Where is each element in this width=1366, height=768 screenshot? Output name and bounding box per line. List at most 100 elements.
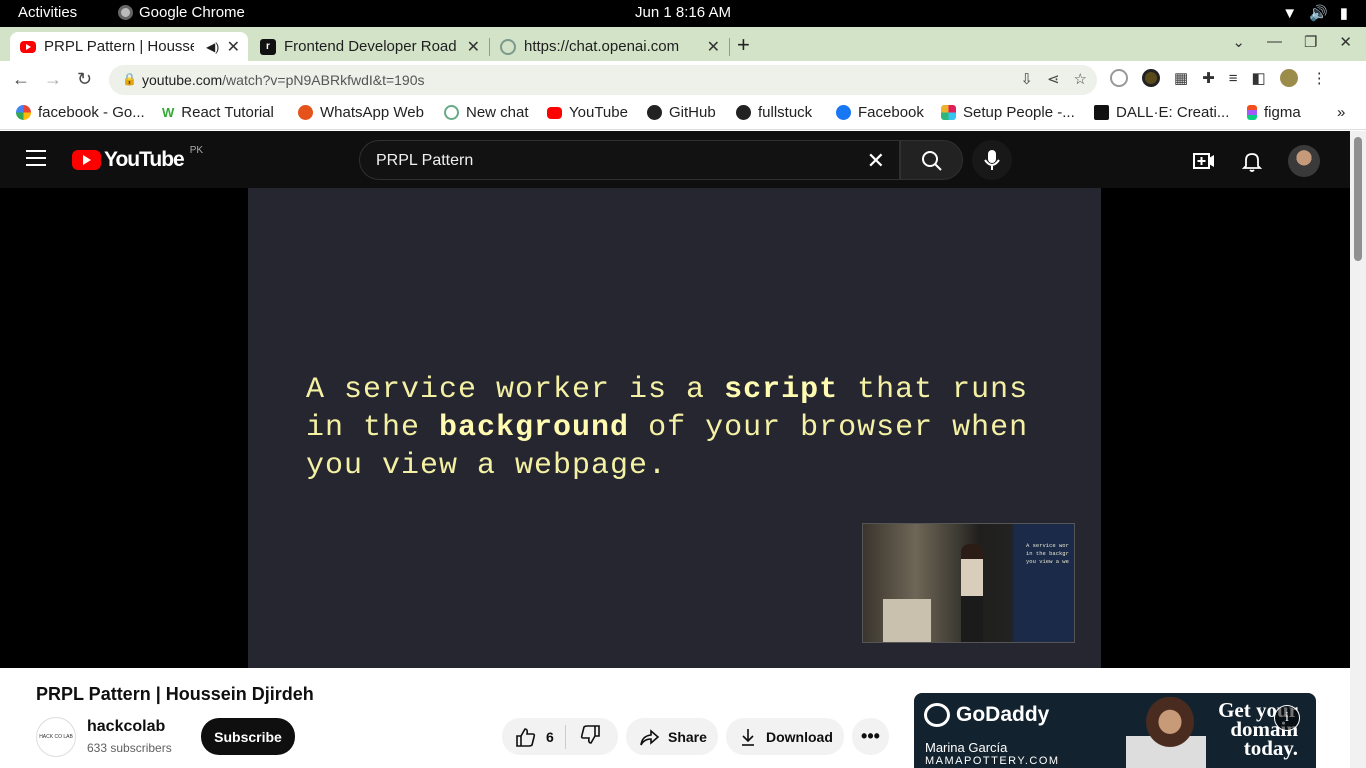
youtube-logo[interactable]: YouTube PK [72, 144, 204, 172]
bookmark-label: DALL·E: Creati... [1116, 104, 1230, 121]
search-query: PRPL Pattern [376, 152, 474, 169]
url-text[interactable]: youtube.com/watch?v=pN9ABRkfwdI&t=190s [142, 72, 425, 88]
slide-text-run: A service worker is a [306, 373, 725, 407]
close-tab-icon[interactable]: ✕ [707, 37, 720, 57]
chrome-menu-icon[interactable]: ⋮ [1312, 69, 1327, 87]
side-panel-icon[interactable]: ◧ [1252, 69, 1266, 87]
profile-avatar[interactable] [1279, 69, 1298, 87]
notifications-bell-icon[interactable] [1240, 149, 1264, 173]
minimize-icon[interactable]: — [1267, 33, 1282, 51]
tab-roadmap[interactable]: r Frontend Developer Road ✕ [250, 32, 490, 61]
bookmark-item[interactable]: New chat [444, 104, 529, 121]
forward-icon[interactable]: → [44, 69, 62, 90]
bookmark-label: GitHub [669, 104, 716, 121]
speaker [961, 544, 983, 642]
extension-icon[interactable] [1142, 69, 1160, 87]
restore-icon[interactable]: ❐ [1304, 33, 1317, 51]
tab-title: https://chat.openai.com [524, 38, 680, 55]
godaddy-logo-icon [924, 703, 950, 727]
battery-icon: ▮ [1339, 5, 1348, 22]
qr-code-icon[interactable]: ▦ [1174, 69, 1188, 87]
bookmark-item[interactable]: facebook - Go... [16, 104, 145, 121]
thumbs-up-icon [516, 727, 536, 747]
tab-separator [729, 38, 730, 56]
voice-search-button[interactable] [972, 140, 1012, 180]
more-bookmarks-icon[interactable]: » [1337, 104, 1345, 121]
bookmark-label: fullstuck [758, 104, 813, 121]
bookmark-label: New chat [466, 104, 529, 121]
country-code: PK [189, 144, 204, 156]
create-video-icon[interactable] [1192, 149, 1216, 173]
bookmark-item[interactable]: figma [1247, 104, 1301, 121]
share-button[interactable]: Share [626, 718, 718, 755]
scrollbar-thumb[interactable] [1354, 137, 1362, 261]
bookmark-item[interactable]: Facebook [836, 104, 924, 121]
dislike-button[interactable] [566, 724, 602, 749]
new-tab-button[interactable]: + [737, 32, 750, 58]
ad-site: MAMAPOTTERY.COM [925, 755, 1060, 767]
close-window-icon[interactable]: ✕ [1339, 33, 1352, 51]
like-dislike-group: 6 [502, 718, 618, 755]
account-avatar[interactable] [1288, 145, 1320, 177]
godaddy-ad[interactable]: GoDaddy Marina García MAMAPOTTERY.COM Ge… [914, 693, 1316, 768]
facebook-icon [836, 105, 851, 120]
thumbs-down-icon [580, 725, 600, 744]
slide-text-bold: script [724, 373, 839, 407]
address-bar[interactable]: 🔒 youtube.com/watch?v=pN9ABRkfwdI&t=190s… [109, 65, 1097, 95]
audio-playing-icon[interactable]: ◀) [206, 40, 219, 54]
bookmark-item[interactable]: YouTube [547, 104, 628, 121]
close-tab-icon[interactable]: ✕ [227, 37, 240, 57]
url-path: /watch?v=pN9ABRkfwdI&t=190s [222, 72, 425, 88]
bookmark-label: YouTube [569, 104, 628, 121]
search-button[interactable] [900, 140, 963, 180]
like-button[interactable]: 6 [502, 724, 566, 749]
lock-icon[interactable]: 🔒 [122, 72, 137, 86]
download-button[interactable]: Download [726, 718, 844, 755]
share-icon[interactable]: ⋖ [1047, 70, 1060, 88]
subscribe-button[interactable]: Subscribe [201, 718, 295, 755]
bookmark-star-icon[interactable]: ☆ [1074, 70, 1087, 88]
menu-icon[interactable] [26, 150, 46, 171]
video-title: PRPL Pattern | Houssein Djirdeh [36, 684, 314, 704]
search-icon [922, 151, 942, 171]
tab-title: Frontend Developer Road [284, 38, 457, 55]
github-icon [647, 105, 662, 120]
bookmark-item[interactable]: fullstuck [736, 104, 812, 121]
subscriber-count: 633 subscribers [87, 741, 172, 755]
bookmark-label: facebook - Go... [38, 104, 145, 121]
reload-icon[interactable]: ↻ [77, 69, 92, 90]
bookmark-item[interactable]: GitHub [647, 104, 716, 121]
more-actions-button[interactable]: ••• [852, 718, 889, 755]
video-player[interactable]: A service worker is a script that runs i… [0, 188, 1350, 668]
tab-search-icon[interactable]: ⌄ [1232, 33, 1245, 51]
tab-youtube[interactable]: PRPL Pattern | Housse ◀) ✕ [10, 32, 248, 61]
install-icon[interactable]: ⇩ [1020, 70, 1033, 88]
tab-openai[interactable]: https://chat.openai.com ✕ [490, 32, 730, 61]
clear-search-icon[interactable]: ✕ [867, 148, 885, 174]
share-label: Share [668, 728, 707, 745]
slide-text: A service worker is a script that runs i… [306, 371, 1066, 485]
extensions-puzzle-icon[interactable]: ✚ [1202, 69, 1215, 87]
back-icon[interactable]: ← [12, 69, 30, 90]
sync-extension-icon[interactable] [1110, 69, 1128, 87]
figma-icon [1247, 105, 1257, 120]
slide-text-run: that runs [838, 373, 1029, 407]
bookmark-label: WhatsApp Web [320, 104, 424, 121]
channel-avatar[interactable]: HACK CO LAB [36, 717, 76, 757]
page-scrollbar[interactable] [1350, 131, 1366, 768]
clock[interactable]: Jun 1 8:16 AM [0, 4, 1366, 21]
system-tray[interactable]: ▼ 🔊 ▮ [1282, 4, 1348, 23]
bookmark-item[interactable]: W React Tutorial [162, 104, 274, 121]
search-input[interactable]: PRPL Pattern ✕ [359, 140, 900, 180]
bookmark-item[interactable]: Setup People -... [941, 104, 1075, 121]
download-icon [742, 728, 754, 746]
close-tab-icon[interactable]: ✕ [467, 37, 480, 57]
ad-info-icon[interactable]: i [1274, 705, 1300, 731]
media-controls-icon[interactable]: ≡ [1229, 70, 1238, 87]
whatsapp-icon [298, 105, 313, 120]
bookmark-item[interactable]: WhatsApp Web [298, 104, 424, 121]
channel-name[interactable]: hackcolab [87, 718, 165, 736]
download-label: Download [766, 728, 833, 745]
tab-title: PRPL Pattern | Housse [44, 38, 194, 55]
bookmark-item[interactable]: DALL·E: Creati... [1094, 104, 1229, 121]
